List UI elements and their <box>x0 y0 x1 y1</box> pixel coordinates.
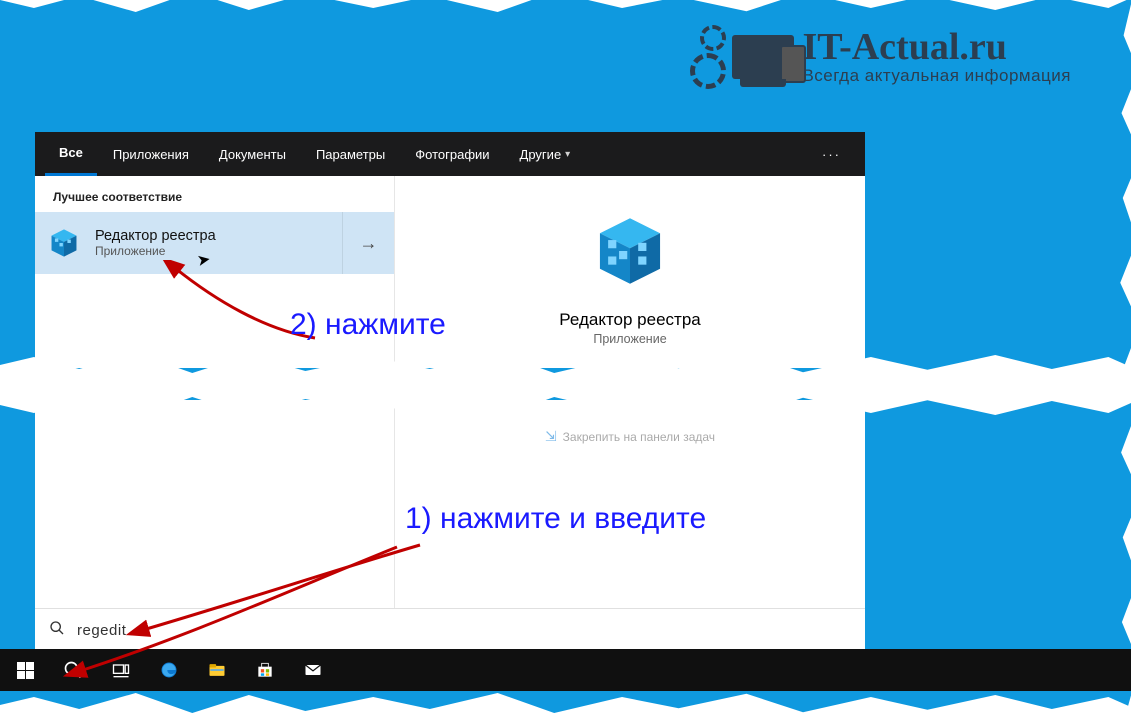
pin-icon: ⇲ <box>545 428 557 445</box>
store-button[interactable] <box>242 649 288 691</box>
tab-photos-label: Фотографии <box>415 147 489 162</box>
gear-icon <box>690 53 726 89</box>
pin-to-taskbar-action[interactable]: ⇲ Закрепить на панели задач <box>395 428 865 445</box>
search-box[interactable] <box>35 608 865 652</box>
best-match-sub: Приложение <box>95 244 216 258</box>
monitor-icon <box>732 35 794 79</box>
more-button[interactable]: ··· <box>808 147 855 162</box>
tab-apps[interactable]: Приложения <box>99 132 203 176</box>
expand-arrow-button[interactable]: → <box>342 212 394 274</box>
windows-icon <box>17 662 34 679</box>
gear-icon <box>700 25 726 51</box>
tab-photos[interactable]: Фотографии <box>401 132 503 176</box>
tab-other-label: Другие <box>520 147 562 162</box>
regedit-icon <box>589 210 671 292</box>
detail-title: Редактор реестра <box>559 310 700 330</box>
flyout-tabs: Все Приложения Документы Параметры Фотог… <box>35 132 865 176</box>
tab-apps-label: Приложения <box>113 147 189 162</box>
section-best-match: Лучшее соответствие <box>35 176 394 212</box>
tab-all-label: Все <box>59 145 83 160</box>
chevron-down-icon: ▾ <box>565 149 570 160</box>
explorer-button[interactable] <box>194 649 240 691</box>
search-input[interactable] <box>77 622 851 639</box>
edge-button[interactable] <box>146 649 192 691</box>
brand-title: IT-Actual.ru <box>802 28 1071 66</box>
search-icon <box>49 620 65 641</box>
tab-all[interactable]: Все <box>45 132 97 176</box>
regedit-icon <box>47 226 81 260</box>
brand-watermark: IT-Actual.ru Всегда актуальная информаци… <box>690 25 1071 89</box>
tab-params-label: Параметры <box>316 147 385 162</box>
taskbar-search-button[interactable] <box>50 649 96 691</box>
best-match-result[interactable]: Редактор реестра Приложение → ➤ <box>35 212 394 274</box>
tab-docs-label: Документы <box>219 147 286 162</box>
tab-docs[interactable]: Документы <box>205 132 300 176</box>
task-view-button[interactable] <box>98 649 144 691</box>
detail-panel: Редактор реестра Приложение ⇲ Закрепить … <box>395 176 865 652</box>
results-left-column: Лучшее соответствие <box>35 176 395 652</box>
mail-button[interactable] <box>290 649 336 691</box>
pin-label: Закрепить на панели задач <box>563 430 715 444</box>
tab-params[interactable]: Параметры <box>302 132 399 176</box>
phone-icon <box>780 45 806 83</box>
detail-sub: Приложение <box>593 332 666 346</box>
best-match-title: Редактор реестра <box>95 228 216 244</box>
tab-other[interactable]: Другие▾ <box>506 132 585 176</box>
start-button[interactable] <box>2 649 48 691</box>
taskbar <box>0 649 1131 691</box>
brand-sub: Всегда актуальная информация <box>802 66 1071 86</box>
